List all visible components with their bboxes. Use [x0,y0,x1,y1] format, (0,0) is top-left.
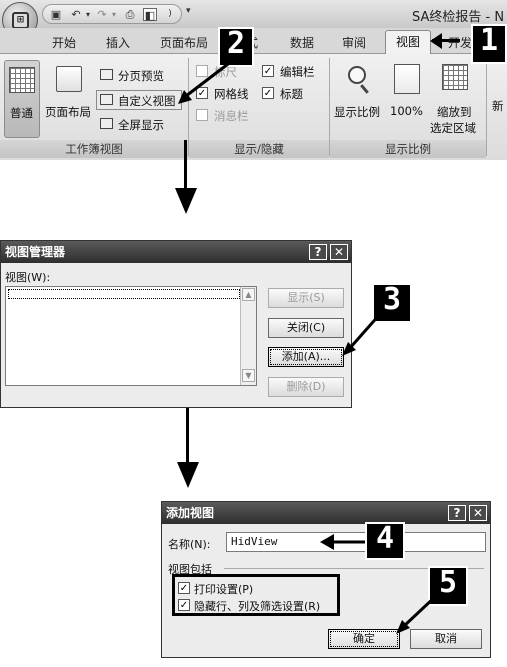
custom-views-label: 自定义视图 [118,94,176,108]
page-layout-icon [56,66,82,92]
headings-checkbox[interactable]: ✓ 标题 [262,86,318,102]
full-screen-label: 全屏显示 [118,118,164,132]
custom-views-icon [100,94,113,105]
hidden-rows-checkbox[interactable]: ✓ 隐藏行、列及筛选设置(R) [178,597,336,613]
list-scrollbar[interactable]: ▲ ▼ [240,287,256,385]
callout-5-arrow [396,594,438,634]
close-dialog-button[interactable]: ✕ [469,505,487,521]
quick-access-toolbar: ▣ ↶ ▾ ↷ ▾ ⎙ ◧ ) [42,4,182,24]
callout-3-arrow [342,313,382,356]
views-list[interactable]: ▲ ▼ [5,286,257,386]
normal-view-icon [9,67,35,93]
close-dialog-button[interactable]: ✕ [330,244,348,260]
office-logo-icon: ⊞ [12,12,29,29]
message-bar-check-icon [196,109,208,121]
zoom-label: 显示比例 [334,105,380,119]
tab-view[interactable]: 视图 [385,30,431,55]
page-layout-view-button[interactable]: 页面布局 [44,60,94,138]
redo-dropdown-icon[interactable]: ▾ [107,8,121,21]
down-arrow-shaft [186,408,189,464]
scroll-up-icon[interactable]: ▲ [242,288,255,301]
formula-bar-checkbox[interactable]: ✓ 编辑栏 [262,64,326,80]
magnifier-handle [360,84,369,94]
print-settings-checkbox[interactable]: ✓ 打印设置(P) [178,580,328,596]
callout-2-arrow [178,62,229,104]
show-view-button[interactable]: 显示(S) [268,288,344,308]
print-settings-check-icon: ✓ [178,582,190,594]
close-button[interactable]: 关闭(C) [268,318,344,338]
callout-4: 4 [365,522,405,560]
zoom-100-icon [394,64,420,94]
down-arrow-shaft [184,140,187,190]
message-bar-label: 消息栏 [214,109,249,123]
tab-review[interactable]: 审阅 [342,34,366,51]
hidden-rows-check-icon: ✓ [178,599,190,611]
zoom-selection-icon [442,64,468,90]
group-separator [486,58,487,156]
normal-view-label: 普通 [10,106,33,120]
customize-qat-icon[interactable]: ▾ [186,6,198,20]
excel-ribbon: ⊞ ▣ ↶ ▾ ↷ ▾ ⎙ ◧ ) ▾ SA终检报告 - N 开始 插入 页面布… [0,0,507,160]
tab-developer[interactable]: 开发 [448,34,472,51]
add-view-button[interactable]: 添加(A)... [268,347,344,367]
new-window-label[interactable]: 新 [492,98,504,114]
workbook-views-group-label: 工作簿视图 [0,140,188,158]
formula-bar-check-icon: ✓ [262,65,274,77]
zoom-selection-label-1: 缩放到 [437,105,472,119]
full-screen-button[interactable]: 全屏显示 [98,115,182,133]
scroll-down-icon[interactable]: ▼ [242,369,255,382]
page-layout-label: 页面布局 [45,105,91,119]
message-bar-checkbox[interactable]: 消息栏 [196,108,262,124]
zoom-100-label: 100% [390,104,423,118]
delete-view-button[interactable]: 删除(D) [268,377,344,397]
list-focus-row [8,289,240,299]
page-break-label: 分页预览 [118,69,164,83]
help-button[interactable]: ? [448,505,466,521]
zoom-to-selection-button[interactable]: 缩放到 选定区域 [428,60,482,138]
zoom-group-label: 显示比例 [330,140,486,158]
down-arrow-head [175,188,197,214]
tab-page-layout[interactable]: 页面布局 [160,34,208,51]
show-hide-group-label: 显示/隐藏 [189,140,329,158]
tab-home[interactable]: 开始 [52,34,76,51]
formula-bar-label: 编辑栏 [280,65,315,79]
tab-data[interactable]: 数据 [290,34,314,51]
headings-check-icon: ✓ [262,87,274,99]
qat-scroll-icon[interactable]: ) [163,8,177,21]
help-button[interactable]: ? [309,244,327,260]
view-name-value: HidView [231,535,278,548]
zoom-100-button[interactable]: 100% [388,60,424,138]
view-toggle-icon[interactable]: ◧ [143,8,157,22]
normal-view-button[interactable]: 普通 [4,60,40,138]
page-break-icon [100,69,113,80]
callout-1: 1 [471,24,507,64]
zoom-selection-label-2: 选定区域 [430,121,476,135]
print-settings-label: 打印设置(P) [194,583,254,596]
print-preview-icon[interactable]: ⎙ [123,8,137,21]
zoom-button[interactable]: 显示比例 [334,60,386,138]
view-manager-dialog: 视图管理器 ? ✕ 视图(W): ▲ ▼ 显示(S) 关闭(C) 添加(A)..… [0,240,352,408]
view-manager-title: 视图管理器 [1,241,351,263]
undo-dropdown-icon[interactable]: ▾ [81,8,95,21]
ribbon-panel: 普通 页面布局 分页预览 自定义视图 全屏显示 工作簿视图 标尺 ✓ 编辑栏 ✓… [0,54,507,160]
down-arrow-head [177,462,199,488]
name-label: 名称(N): [168,538,211,551]
callout-arrow-head [430,33,442,49]
headings-label: 标题 [280,87,303,101]
add-view-title: 添加视图 [162,502,490,524]
views-list-label: 视图(W): [5,271,51,284]
full-screen-icon [100,118,113,129]
save-icon[interactable]: ▣ [49,8,63,21]
magnifier-icon [348,66,366,84]
hidden-rows-label: 隐藏行、列及筛选设置(R) [194,600,321,613]
ok-button[interactable]: 确定 [328,629,400,649]
tab-insert[interactable]: 插入 [106,34,130,51]
